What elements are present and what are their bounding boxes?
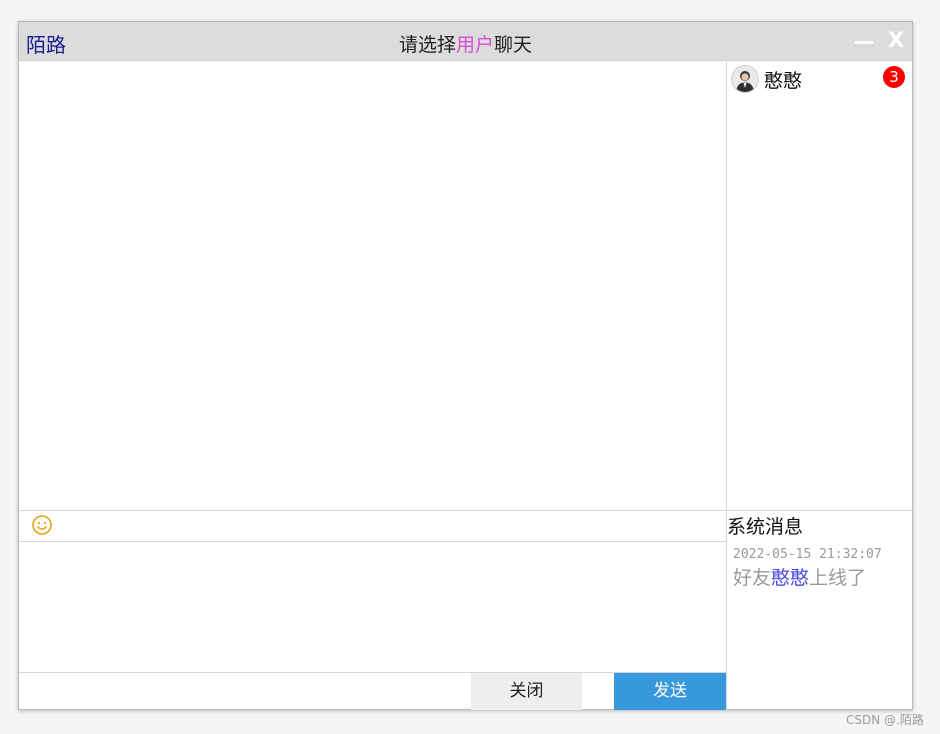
message-suffix: 上线了 bbox=[809, 567, 867, 589]
chat-window: 陌路 请选择用户聊天 X 憨憨 3 关闭 发送 系统消息 2022-05-15 … bbox=[18, 21, 914, 711]
message-timestamp: 2022-05-15 21:32:07 bbox=[733, 547, 882, 562]
user-avatar-icon bbox=[731, 65, 759, 93]
message-text: 好友憨憨上线了 bbox=[733, 563, 882, 590]
message-input[interactable] bbox=[19, 542, 726, 672]
friend-name: 憨憨 bbox=[771, 567, 810, 589]
system-message: 2022-05-15 21:32:07 好友憨憨上线了 bbox=[733, 547, 882, 590]
close-button[interactable]: 关闭 bbox=[471, 673, 582, 710]
close-window-button[interactable]: X bbox=[888, 28, 904, 52]
message-prefix: 好友 bbox=[733, 567, 772, 589]
user-list-item[interactable]: 憨憨 3 bbox=[731, 65, 909, 93]
smiley-icon[interactable] bbox=[31, 514, 53, 536]
title-highlight: 用户 bbox=[455, 34, 494, 56]
minimize-button[interactable] bbox=[855, 41, 873, 44]
unread-badge: 3 bbox=[883, 66, 905, 88]
message-area bbox=[19, 61, 726, 511]
watermark: CSDN @.陌路 bbox=[846, 713, 924, 727]
title-suffix: 聊天 bbox=[494, 34, 533, 56]
window-title: 请选择用户聊天 bbox=[19, 30, 912, 57]
vertical-divider bbox=[726, 61, 727, 711]
composer-toolbar bbox=[19, 511, 726, 541]
user-name: 憨憨 bbox=[764, 70, 803, 92]
title-prefix: 请选择 bbox=[398, 34, 456, 56]
system-messages-title: 系统消息 bbox=[727, 516, 804, 538]
send-button[interactable]: 发送 bbox=[614, 673, 726, 710]
title-bar[interactable]: 陌路 请选择用户聊天 X bbox=[19, 22, 912, 61]
